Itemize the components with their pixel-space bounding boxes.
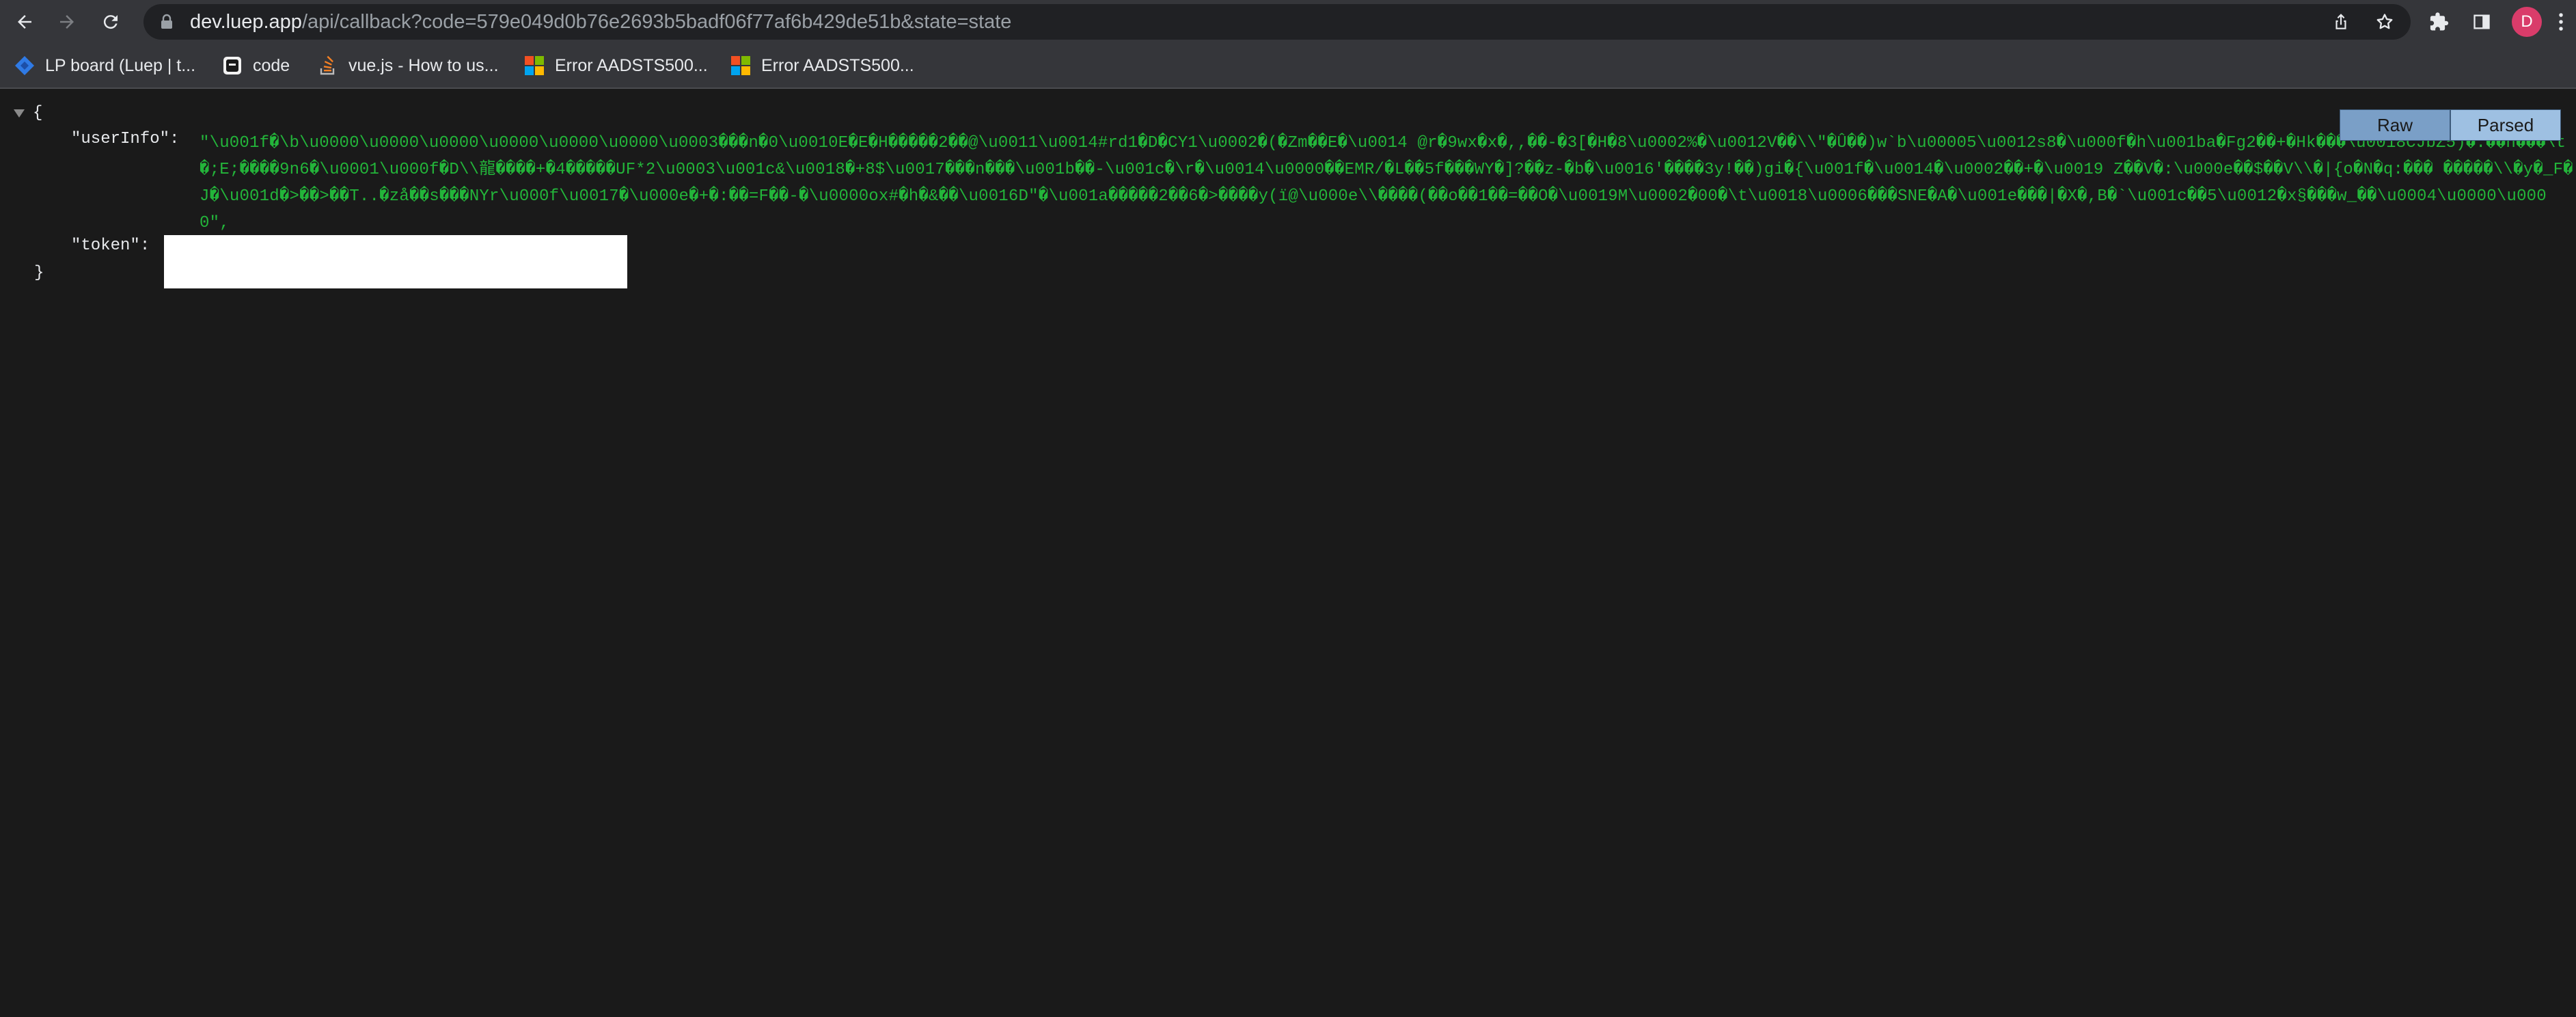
reload-icon	[103, 15, 118, 29]
side-panel-button[interactable]	[2467, 7, 2497, 37]
share-icon	[2335, 14, 2346, 29]
bookmark-item[interactable]: Error AADSTS500...	[523, 52, 708, 79]
jira-icon	[14, 55, 36, 77]
profile-avatar[interactable]: D	[2512, 7, 2542, 37]
code-icon	[221, 55, 243, 77]
url-path: /api/callback?code=579e049d0b76e2693b5ba…	[301, 11, 1012, 33]
browser-toolbar: dev.luep.app/api/callback?code=579e049d0…	[0, 0, 2576, 44]
microsoft-icon	[523, 55, 545, 77]
bookmark-star-button[interactable]	[2372, 10, 2397, 34]
url-host: dev.luep.app	[190, 11, 302, 33]
bookmark-item[interactable]: vue.js - How to us...	[317, 52, 499, 79]
back-button[interactable]	[10, 7, 40, 37]
json-open-brace: {	[33, 104, 43, 122]
bookmarks-bar: LP board (Luep | t... code vue.js - How …	[0, 44, 2576, 89]
microsoft-icon	[730, 55, 752, 77]
redacted-token-box	[164, 235, 627, 288]
json-key-userinfo: "userInfo":	[71, 130, 180, 148]
json-viewer: { "userInfo": "\u001f�\b\u0000\u0000\u00…	[0, 89, 2576, 1017]
json-key-token: "token":	[71, 236, 150, 255]
json-value-userinfo: "\u001f�\b\u0000\u0000\u0000\u0000\u0000…	[200, 134, 2573, 232]
bookmark-item[interactable]: code	[221, 52, 290, 79]
side-panel-icon	[2474, 14, 2490, 29]
reload-button[interactable]	[96, 7, 126, 37]
kebab-menu-icon	[2559, 13, 2563, 31]
browser-menu-button[interactable]	[2546, 7, 2576, 37]
lock-icon[interactable]	[160, 14, 174, 33]
puzzle-icon	[2430, 12, 2449, 31]
forward-arrow-icon	[60, 15, 74, 29]
bookmark-label: code	[253, 55, 290, 75]
address-bar[interactable]: dev.luep.app/api/callback?code=579e049d0…	[143, 4, 2411, 40]
bookmark-item[interactable]: LP board (Luep | t...	[14, 52, 195, 79]
back-arrow-icon	[18, 15, 31, 29]
bookmark-item[interactable]: Error AADSTS500...	[730, 52, 914, 79]
share-button[interactable]	[2329, 10, 2353, 34]
star-icon	[2376, 14, 2393, 29]
url-text[interactable]: dev.luep.app/api/callback?code=579e049d0…	[190, 4, 1011, 40]
bookmark-label: LP board (Luep | t...	[45, 55, 196, 75]
extensions-button[interactable]	[2424, 7, 2454, 37]
stackoverflow-icon	[317, 55, 339, 77]
view-mode-toggle: Raw Parsed	[2340, 109, 2561, 141]
bookmark-label: vue.js - How to us...	[348, 55, 499, 75]
forward-button[interactable]	[52, 7, 82, 37]
bookmark-label: Error AADSTS500...	[761, 55, 914, 75]
json-close-brace: }	[34, 264, 44, 282]
bookmark-label: Error AADSTS500...	[555, 55, 708, 75]
raw-view-button[interactable]: Raw	[2340, 110, 2450, 140]
parsed-view-button[interactable]: Parsed	[2450, 110, 2560, 140]
collapse-toggle-icon[interactable]	[14, 109, 25, 118]
